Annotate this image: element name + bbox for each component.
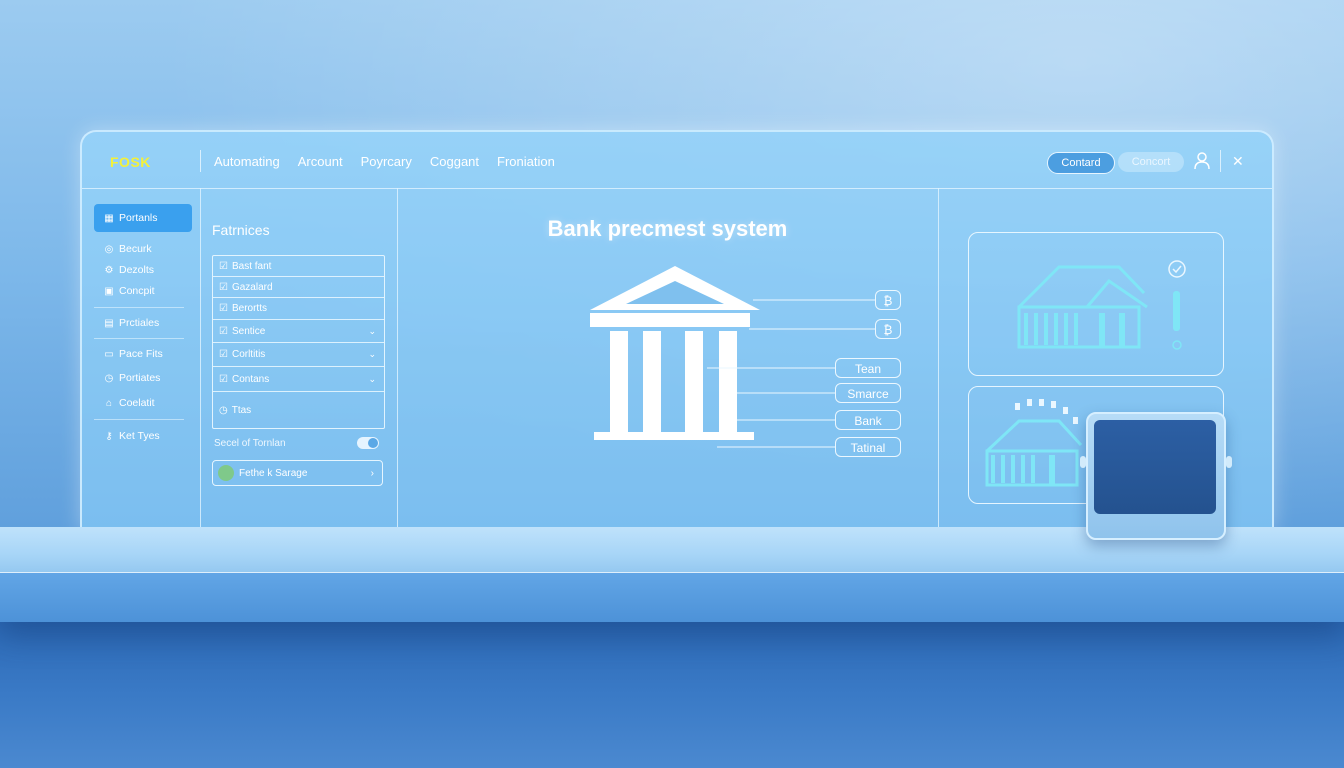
diagram-label[interactable]: Bank — [835, 410, 901, 430]
chevron-right-icon: › — [370, 467, 374, 479]
feature-row[interactable]: ☑ Sentice ⌄ — [213, 320, 384, 343]
features-list: ☑ Bast fant ☑ Gazalard ☑ Berortts ☑ Sent… — [212, 255, 385, 429]
shield-icon: ◎ — [104, 243, 114, 255]
feature-row[interactable]: ☑ Contans ⌄ — [213, 367, 384, 392]
check-icon: ☑ — [219, 260, 228, 272]
feature-label: Berortts — [231, 303, 267, 314]
document-icon: ▣ — [104, 285, 114, 297]
diagram-label[interactable]: Tean — [835, 358, 901, 378]
main-nav: Automating Arcount Poyrcary Coggant Fron… — [214, 154, 573, 169]
sidebar-item-concpit[interactable]: ▣ Concpit — [94, 281, 192, 301]
feature-row[interactable]: ☑ Berortts — [213, 298, 384, 320]
house-icon — [1017, 260, 1186, 350]
features-panel: Fatrnices ☑ Bast fant ☑ Gazalard ☑ Beror… — [200, 188, 398, 530]
sidebar-item-label: Coelatit — [119, 397, 155, 409]
sidebar-item-label: Dezolts — [119, 264, 155, 276]
nav-item[interactable]: Froniation — [497, 154, 555, 169]
storage-button[interactable]: Fethe k Sarage › — [212, 460, 383, 486]
check-icon: ☑ — [219, 281, 228, 293]
chevron-down-icon[interactable]: ⌄ — [368, 326, 376, 337]
top-bar: FOSK Automating Arcount Poyrcary Coggant… — [82, 132, 1272, 189]
clock-icon: ◷ — [104, 372, 114, 384]
nav-item[interactable]: Poyrcary — [361, 154, 412, 169]
check-icon: ☑ — [219, 373, 228, 385]
sidebar-item-label: Prctiales — [119, 317, 160, 329]
device-knob — [1226, 456, 1232, 468]
user-icon[interactable] — [1194, 152, 1210, 170]
sidebar-item-label: Becurk — [119, 243, 152, 255]
sidebar-item-portiates[interactable]: ◷ Portiates — [94, 368, 192, 388]
sidebar-item-label: Ket Tyes — [119, 430, 160, 442]
sidebar: ▦ Portanls ◎ Becurk ⚙ Dezolts ▣ Concpit … — [82, 188, 201, 530]
check-icon: ☑ — [219, 303, 228, 314]
sidebar-item-ket-tyes[interactable]: ⚷ Ket Tyes — [94, 426, 192, 446]
device-knob — [1080, 456, 1086, 468]
sidebar-item-portanls[interactable]: ▦ Portanls — [94, 204, 192, 232]
leaf-icon — [218, 465, 234, 481]
close-icon[interactable]: ✕ — [1232, 153, 1244, 170]
storage-label: Fethe k Sarage — [239, 467, 308, 479]
chart-icon: ▤ — [104, 317, 114, 329]
grid-icon: ▦ — [104, 212, 114, 224]
feature-row[interactable]: ☑ Bast fant — [213, 256, 384, 277]
floor — [0, 622, 1344, 768]
gear-icon: ⚙ — [104, 264, 114, 276]
check-icon: ☑ — [219, 349, 228, 360]
feature-label: Ttas — [231, 404, 252, 416]
feature-row[interactable]: ☑ Gazalard — [213, 277, 384, 298]
diagram-label[interactable]: Tatinal — [835, 437, 901, 457]
secondary-action-button[interactable]: Concort — [1118, 152, 1184, 172]
nav-item[interactable]: Coggant — [430, 154, 479, 169]
check-icon: ☑ — [219, 325, 228, 337]
bank-icon — [590, 266, 760, 440]
nav-item[interactable]: Arcount — [298, 154, 343, 169]
toggle-knob — [368, 438, 378, 448]
feature-row[interactable]: ◷ Ttas — [213, 392, 384, 428]
sidebar-item-label: Portanls — [119, 212, 158, 224]
feature-label: Bast fant — [231, 260, 272, 272]
sidebar-item-label: Concpit — [119, 285, 155, 297]
sidebar-item-coelatit[interactable]: ⌂ Coelatit — [94, 393, 192, 413]
sidebar-divider — [94, 419, 184, 420]
primary-action-button[interactable]: Contard — [1047, 152, 1115, 174]
key-icon: ⚷ — [105, 430, 113, 442]
chevron-down-icon[interactable]: ⌄ — [368, 374, 376, 385]
folder-icon: ▭ — [104, 348, 114, 360]
home-icon: ⌂ — [105, 397, 113, 409]
sidebar-divider — [94, 338, 184, 339]
sidebar-divider — [94, 307, 184, 308]
features-title: Fatrnices — [212, 222, 270, 238]
clock-icon: ◷ — [219, 404, 228, 416]
toggle-switch[interactable] — [357, 437, 379, 449]
device-screen — [1094, 420, 1216, 514]
app-logo[interactable]: FOSK — [110, 154, 151, 170]
sidebar-item-becurk[interactable]: ◎ Becurk — [94, 239, 192, 259]
feature-label: Contans — [231, 373, 270, 385]
chevron-down-icon[interactable]: ⌄ — [368, 349, 376, 360]
shelf-front — [0, 572, 1344, 622]
bitcoin-tag[interactable]: ₿ — [875, 290, 901, 310]
sidebar-item-prctiales[interactable]: ▤ Prctiales — [94, 313, 192, 333]
feature-label: Corltitis — [231, 349, 266, 360]
nav-item[interactable]: Automating — [214, 154, 280, 169]
bitcoin-tag[interactable]: ₿ — [875, 319, 901, 339]
sidebar-item-pace-fits[interactable]: ▭ Pace Fits — [94, 344, 192, 364]
diagram-area: Bank precmest system ₿ ₿ Tean Smarce Ban… — [397, 188, 939, 530]
sidebar-item-dezolts[interactable]: ⚙ Dezolts — [94, 260, 192, 280]
feature-label: Sentice — [231, 325, 266, 337]
diagram-label[interactable]: Smarce — [835, 383, 901, 403]
divider — [1220, 150, 1221, 172]
divider — [200, 150, 201, 172]
feature-row[interactable]: ☑ Corltitis ⌄ — [213, 343, 384, 367]
sidebar-item-label: Pace Fits — [119, 348, 163, 360]
house-card[interactable] — [968, 232, 1224, 376]
feature-label: Gazalard — [231, 281, 273, 293]
toggle-label: Secel of Tornlan — [214, 438, 286, 449]
tablet-device — [1080, 412, 1232, 540]
sidebar-item-label: Portiates — [119, 372, 161, 384]
